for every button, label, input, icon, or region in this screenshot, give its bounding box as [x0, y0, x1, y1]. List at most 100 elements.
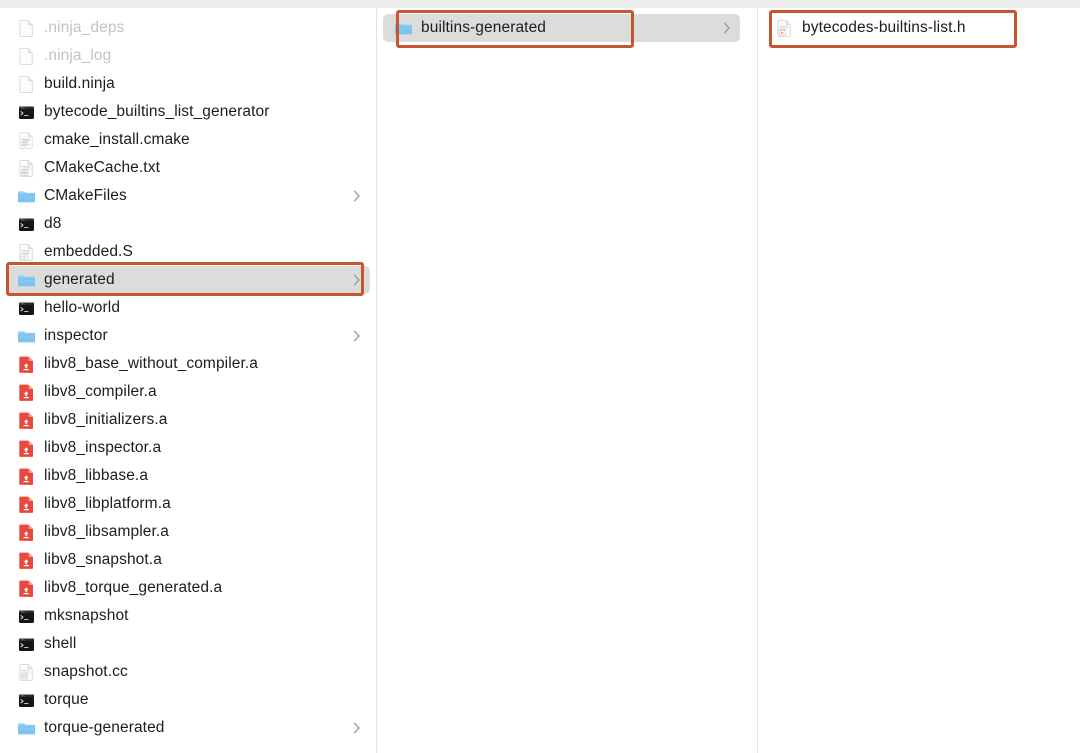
file-name-label: .ninja_deps	[44, 19, 125, 37]
file-name-label: CMakeCache.txt	[44, 159, 160, 177]
finder-column-1[interactable]: .ninja_deps .ninja_log build.ninja bytecode…	[0, 8, 377, 753]
svg-text:CC: CC	[22, 675, 27, 679]
chevron-right-icon[interactable]	[723, 22, 731, 34]
file-row[interactable]: libv8_libbase.a	[6, 462, 370, 490]
chevron-right-icon[interactable]	[353, 274, 361, 286]
generic-file-icon	[18, 47, 35, 66]
file-row[interactable]: libv8_initializers.a	[6, 406, 370, 434]
column-2-list: builtins-generated	[377, 14, 757, 42]
folder-icon	[18, 187, 35, 206]
file-row[interactable]: CMakeFiles	[6, 182, 370, 210]
column-1-list: .ninja_deps .ninja_log build.ninja bytecode…	[0, 14, 376, 742]
file-name-label: torque-generated	[44, 719, 165, 737]
file-name-label: libv8_libplatform.a	[44, 495, 171, 513]
file-row[interactable]: libv8_libplatform.a	[6, 490, 370, 518]
generic-file-icon	[18, 75, 35, 94]
finder-window: .ninja_deps .ninja_log build.ninja bytecode…	[0, 0, 1080, 753]
executable-icon	[18, 691, 35, 710]
file-row[interactable]: TXT CMakeCache.txt	[6, 154, 370, 182]
file-row[interactable]: inspector	[6, 322, 370, 350]
file-name-label: bytecode_builtins_list_generator	[44, 103, 270, 121]
file-name-label: embedded.S	[44, 243, 133, 261]
executable-icon	[18, 299, 35, 318]
generic-file-icon	[18, 19, 35, 38]
text-file-icon: TXT	[18, 159, 35, 178]
file-row[interactable]: libv8_snapshot.a	[6, 546, 370, 574]
svg-text:TXT: TXT	[22, 171, 27, 175]
folder-icon	[395, 19, 412, 38]
script-file-icon	[18, 131, 35, 150]
archive-icon	[18, 355, 35, 374]
executable-icon	[18, 607, 35, 626]
file-name-label: CMakeFiles	[44, 187, 127, 205]
header-file-icon: h	[776, 19, 793, 38]
file-row[interactable]: generated	[6, 266, 370, 294]
file-row[interactable]: torque	[6, 686, 370, 714]
file-row[interactable]: libv8_libsampler.a	[6, 518, 370, 546]
column-3-list: h bytecodes-builtins-list.h	[758, 14, 1080, 42]
file-name-label: torque	[44, 691, 89, 709]
source-file-icon: S	[18, 243, 35, 262]
file-row[interactable]: libv8_inspector.a	[6, 434, 370, 462]
file-name-label: generated	[44, 271, 115, 289]
folder-icon	[18, 271, 35, 290]
file-row[interactable]: .ninja_log	[6, 42, 370, 70]
file-name-label: libv8_inspector.a	[44, 439, 162, 457]
archive-icon	[18, 383, 35, 402]
finder-column-3[interactable]: h bytecodes-builtins-list.h	[758, 8, 1080, 753]
chevron-right-icon[interactable]	[353, 190, 361, 202]
archive-icon	[18, 411, 35, 430]
file-name-label: libv8_compiler.a	[44, 383, 157, 401]
archive-icon	[18, 523, 35, 542]
file-name-label: libv8_torque_generated.a	[44, 579, 223, 597]
file-name-label: cmake_install.cmake	[44, 131, 190, 149]
chevron-right-icon[interactable]	[353, 330, 361, 342]
file-name-label: inspector	[44, 327, 108, 345]
folder-icon	[18, 327, 35, 346]
archive-icon	[18, 495, 35, 514]
file-name-label: mksnapshot	[44, 607, 129, 625]
archive-icon	[18, 579, 35, 598]
archive-icon	[18, 467, 35, 486]
file-row[interactable]: libv8_torque_generated.a	[6, 574, 370, 602]
finder-column-2[interactable]: builtins-generated	[377, 8, 758, 753]
file-name-label: libv8_base_without_compiler.a	[44, 355, 259, 373]
file-name-label: libv8_libsampler.a	[44, 523, 170, 541]
file-row[interactable]: d8	[6, 210, 370, 238]
window-top-strip	[0, 0, 1080, 8]
file-row[interactable]: builtins-generated	[383, 14, 740, 42]
file-row[interactable]: .ninja_deps	[6, 14, 370, 42]
file-name-label: d8	[44, 215, 62, 233]
file-name-label: libv8_libbase.a	[44, 467, 149, 485]
file-name-label: snapshot.cc	[44, 663, 128, 681]
file-row[interactable]: libv8_compiler.a	[6, 378, 370, 406]
file-name-label: builtins-generated	[421, 19, 547, 37]
archive-icon	[18, 551, 35, 570]
file-name-label: shell	[44, 635, 77, 653]
file-row[interactable]: bytecode_builtins_list_generator	[6, 98, 370, 126]
archive-icon	[18, 439, 35, 458]
file-row[interactable]: torque-generated	[6, 714, 370, 742]
file-row[interactable]: CC snapshot.cc	[6, 658, 370, 686]
chevron-right-icon[interactable]	[353, 722, 361, 734]
file-name-label: bytecodes-builtins-list.h	[802, 19, 966, 37]
file-row[interactable]: libv8_base_without_compiler.a	[6, 350, 370, 378]
file-row[interactable]: build.ninja	[6, 70, 370, 98]
file-row[interactable]: hello-world	[6, 294, 370, 322]
file-name-label: hello-world	[44, 299, 121, 317]
column-browser: .ninja_deps .ninja_log build.ninja bytecode…	[0, 8, 1080, 753]
file-row[interactable]: h bytecodes-builtins-list.h	[764, 14, 1074, 42]
file-row[interactable]: cmake_install.cmake	[6, 126, 370, 154]
executable-icon	[18, 215, 35, 234]
file-name-label: build.ninja	[44, 75, 115, 93]
cc-source-file-icon: CC	[18, 663, 35, 682]
file-row[interactable]: Sembedded.S	[6, 238, 370, 266]
file-name-label: libv8_initializers.a	[44, 411, 168, 429]
executable-icon	[18, 103, 35, 122]
file-row[interactable]: mksnapshot	[6, 602, 370, 630]
file-row[interactable]: shell	[6, 630, 370, 658]
file-name-label: .ninja_log	[44, 47, 112, 65]
file-name-label: libv8_snapshot.a	[44, 551, 162, 569]
executable-icon	[18, 635, 35, 654]
folder-icon	[18, 719, 35, 738]
